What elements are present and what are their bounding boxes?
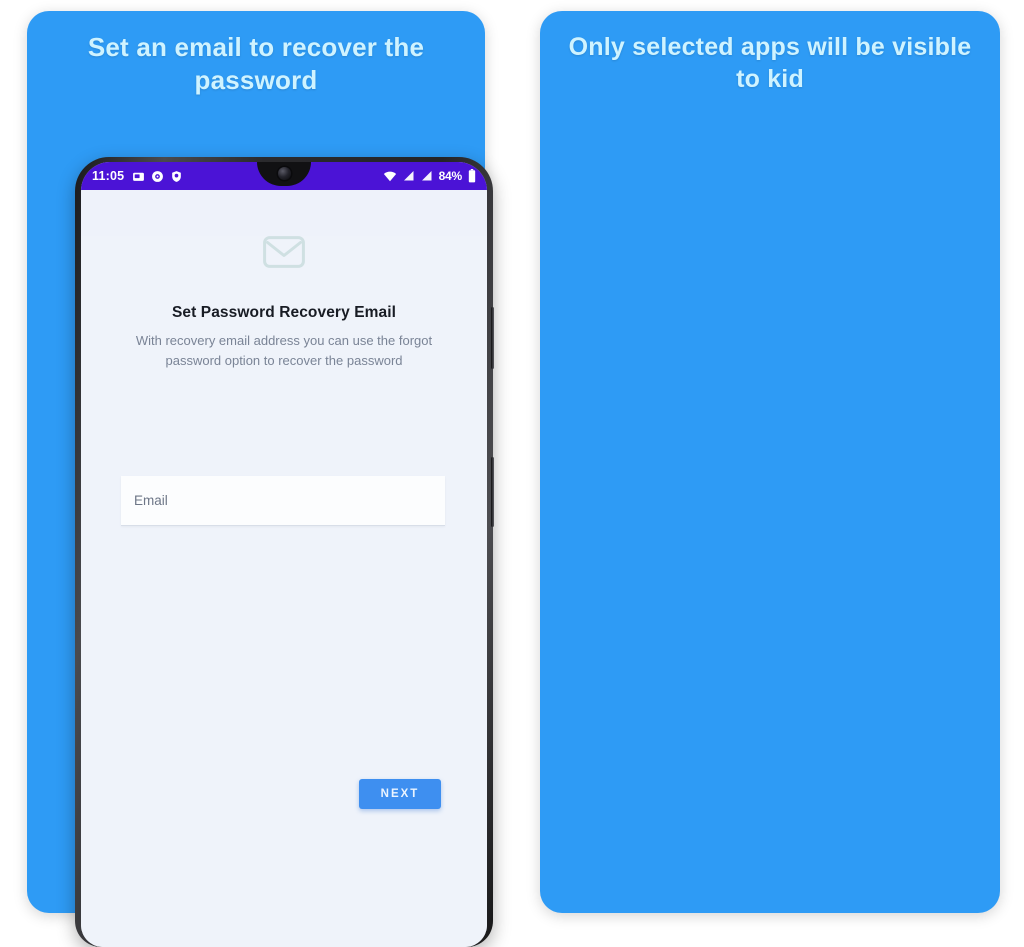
- status-clock: 11:05: [92, 169, 125, 183]
- hero-icon-wrap: [81, 236, 487, 268]
- phone-screen-left: 11:05 84% Set Password Recovery Email Wi…: [81, 162, 487, 947]
- screenshot-stage: Set an email to recover the password 11:…: [0, 0, 1024, 947]
- promo-title-right: Only selected apps will be visible to ki…: [568, 33, 972, 93]
- status-left-group: 11:05: [92, 169, 183, 183]
- phone-mockup-left: 11:05 84% Set Password Recovery Email Wi…: [75, 157, 494, 947]
- promo-card-left: Set an email to recover the password 11:…: [27, 11, 494, 947]
- email-field-placeholder: Email: [134, 493, 168, 508]
- promo-card-right: Only selected apps will be visible to ki…: [540, 11, 1000, 913]
- recovery-email-page: Set Password Recovery Email With recover…: [81, 236, 487, 947]
- battery-icon: [468, 169, 476, 183]
- screenshot-icon: [132, 170, 145, 183]
- power-button-left[interactable]: [491, 307, 494, 369]
- battery-percent-label: 84%: [438, 169, 463, 183]
- next-button[interactable]: NEXT: [359, 779, 441, 809]
- promo-title-left: Set an email to recover the password: [87, 32, 425, 96]
- email-field[interactable]: Email: [121, 476, 445, 526]
- settings-gear-icon: [151, 170, 164, 183]
- page-title: Set Password Recovery Email: [171, 304, 397, 321]
- page-subtext: With recovery email address you can use …: [135, 333, 433, 368]
- wifi-icon: [383, 170, 397, 182]
- signal-sim1-icon: [403, 170, 415, 182]
- shield-icon: [170, 170, 183, 183]
- front-camera-icon: [277, 167, 291, 180]
- status-right-group: 84%: [383, 169, 476, 183]
- envelope-icon: [263, 236, 305, 268]
- signal-sim2-icon: [421, 170, 433, 182]
- volume-button-left[interactable]: [491, 457, 494, 527]
